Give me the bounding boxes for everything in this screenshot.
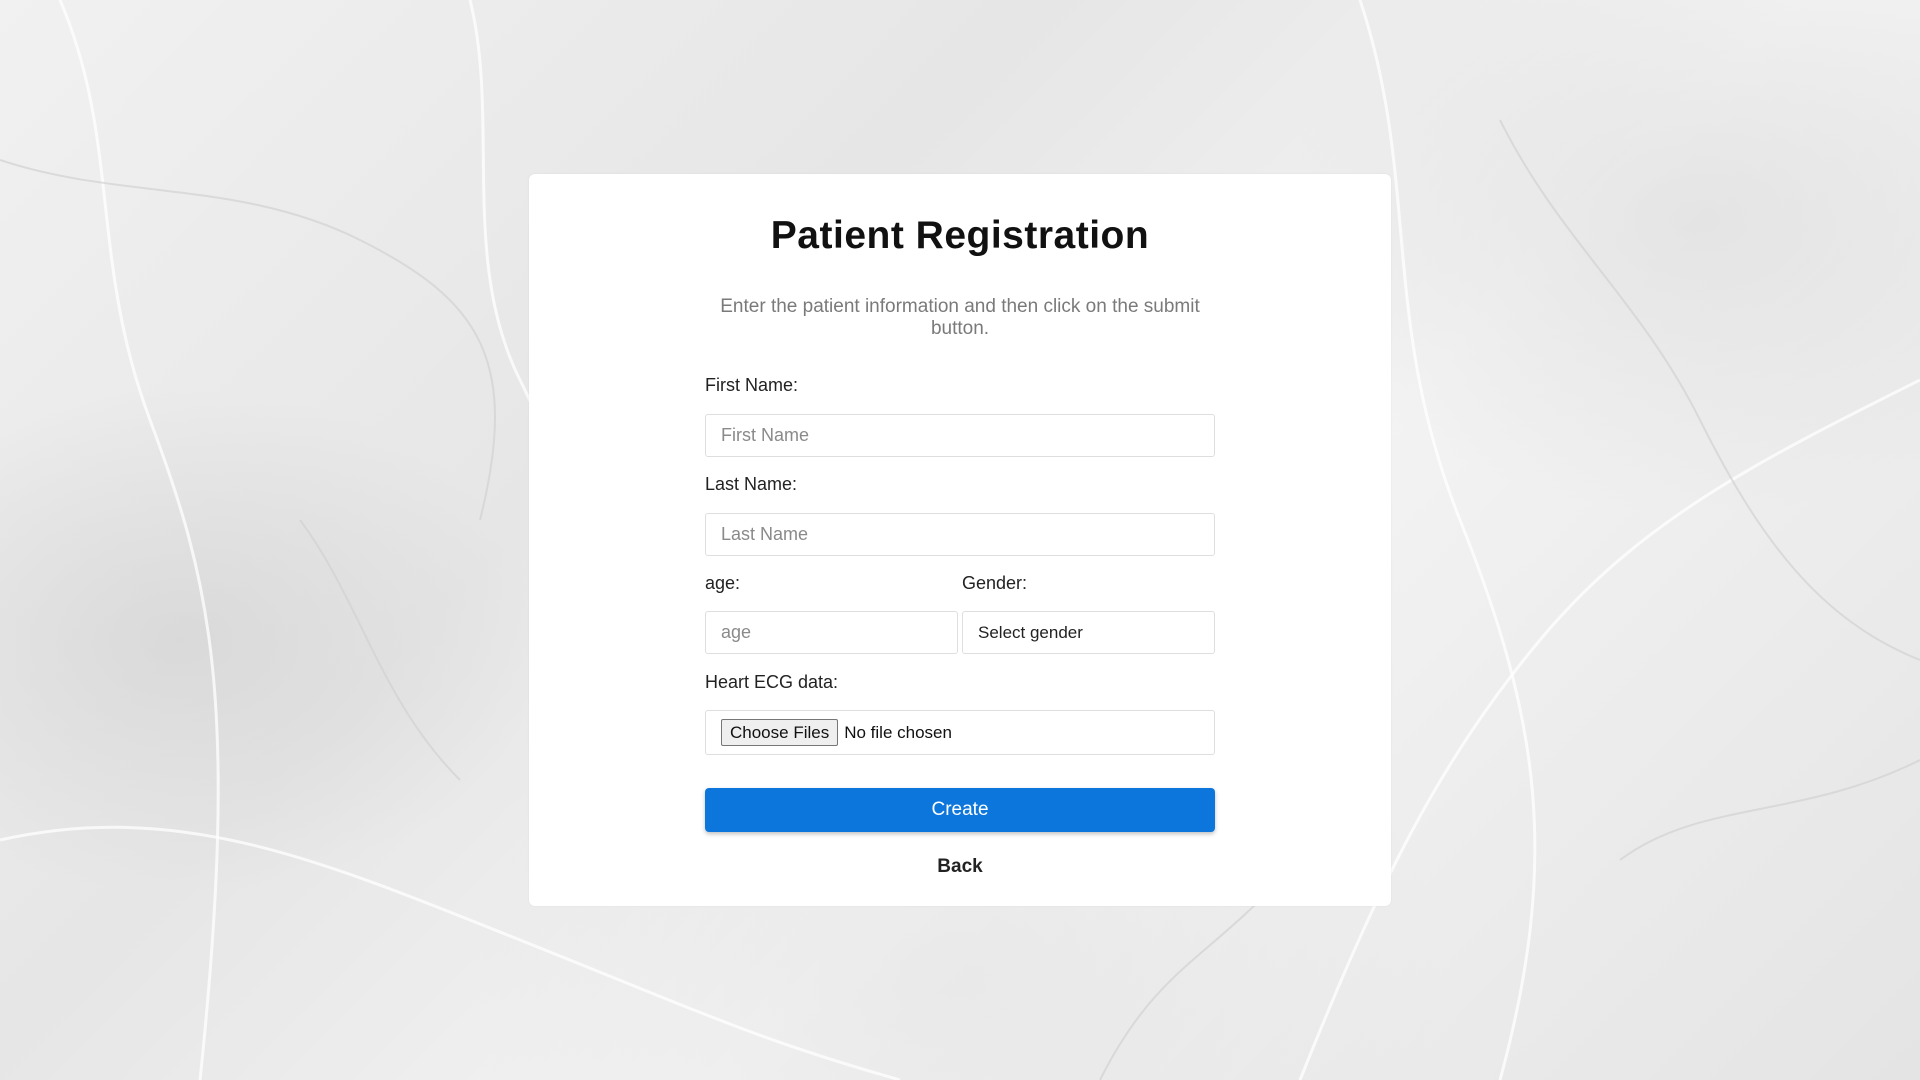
- age-input[interactable]: [705, 611, 958, 654]
- ecg-data-label: Heart ECG data:: [705, 672, 839, 692]
- registration-card: Patient Registration Enter the patient i…: [529, 174, 1391, 906]
- ecg-file-input[interactable]: Choose Files No file chosen: [705, 710, 1215, 755]
- first-name-label: First Name:: [705, 375, 799, 395]
- last-name-label: Last Name:: [705, 474, 798, 494]
- gender-label: Gender:: [962, 573, 1028, 593]
- first-name-input[interactable]: [705, 414, 1215, 457]
- gender-select[interactable]: Select gender: [962, 611, 1215, 654]
- create-button[interactable]: Create: [705, 788, 1215, 832]
- choose-files-button[interactable]: Choose Files: [721, 719, 839, 746]
- file-status-text: No file chosen: [844, 722, 952, 742]
- form-instructions: Enter the patient information and then c…: [720, 296, 1200, 339]
- gender-select-value: Select gender: [978, 622, 1083, 642]
- last-name-input[interactable]: [705, 513, 1215, 556]
- page-title: Patient Registration: [770, 214, 1150, 257]
- age-label: age:: [705, 573, 741, 593]
- back-link[interactable]: Back: [529, 856, 1391, 878]
